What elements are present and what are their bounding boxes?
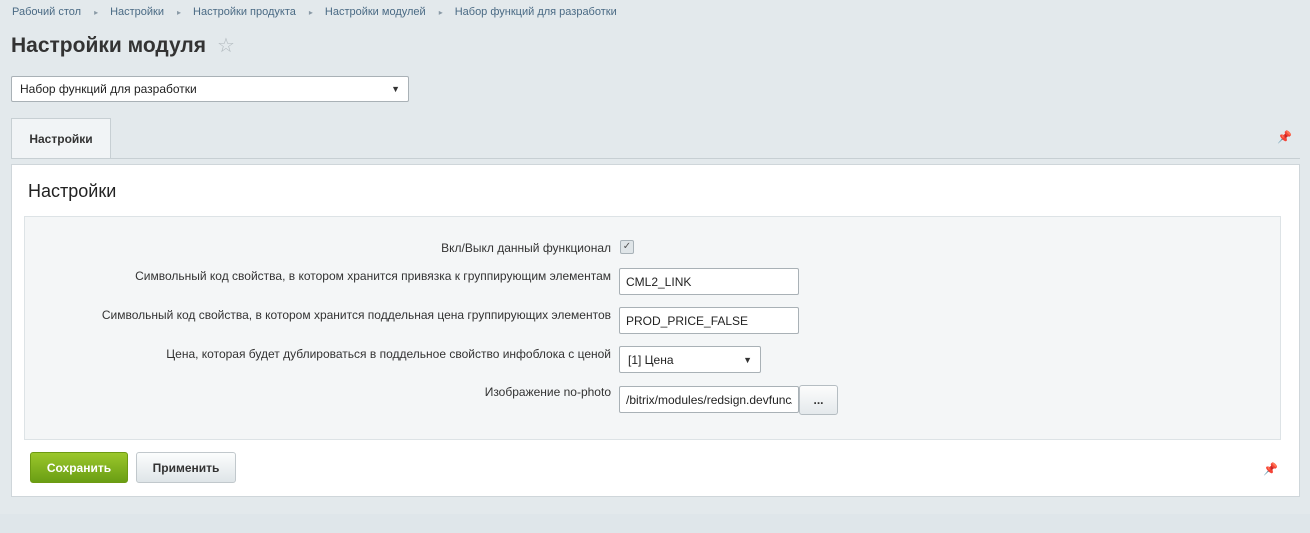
breadcrumb: Рабочий стол ▸ Настройки ▸ Настройки про… <box>12 6 617 18</box>
pin-icon[interactable]: 📌 <box>1277 130 1292 144</box>
breadcrumb-item-desktop[interactable]: Рабочий стол <box>12 6 81 18</box>
chevron-right-icon: ▸ <box>177 7 182 17</box>
price-code-label: Символьный код свойства, в котором храни… <box>101 308 611 322</box>
link-code-input[interactable] <box>619 268 799 295</box>
tab-bar: Настройки <box>11 118 1300 159</box>
star-icon[interactable]: ☆ <box>217 36 235 56</box>
chevron-down-icon: ▼ <box>743 354 752 365</box>
module-select-value: Набор функций для разработки <box>20 82 197 96</box>
breadcrumb-item-settings[interactable]: Настройки <box>110 6 164 18</box>
price-type-select[interactable]: [1] Цена ▼ <box>619 346 761 373</box>
chevron-right-icon: ▸ <box>308 7 313 17</box>
chevron-down-icon: ▼ <box>391 84 400 94</box>
enable-checkbox[interactable]: ✓ <box>620 240 634 254</box>
settings-form: Вкл/Выкл данный функционал ✓ Символьный … <box>24 216 1281 440</box>
page-title-wrap: Настройки модуля ☆ <box>11 34 235 58</box>
no-photo-input[interactable] <box>619 386 799 413</box>
apply-button[interactable]: Применить <box>136 452 236 483</box>
panel-title: Настройки <box>28 181 117 201</box>
price-type-label: Цена, которая будет дублироваться в подд… <box>166 347 611 361</box>
enable-label: Вкл/Выкл данный функционал <box>441 241 611 255</box>
breadcrumb-item-product-settings[interactable]: Настройки продукта <box>193 6 296 18</box>
tab-settings[interactable]: Настройки <box>11 118 111 158</box>
browse-button[interactable]: ... <box>799 385 838 415</box>
chevron-right-icon: ▸ <box>94 7 99 17</box>
page-title: Настройки модуля <box>11 34 207 57</box>
chevron-right-icon: ▸ <box>438 7 443 17</box>
save-button[interactable]: Сохранить <box>30 452 128 483</box>
tab-settings-label: Настройки <box>29 131 93 146</box>
price-type-value: [1] Цена <box>628 352 674 367</box>
pin-icon[interactable]: 📌 <box>1263 462 1278 476</box>
breadcrumb-item-devfunc[interactable]: Набор функций для разработки <box>455 6 617 18</box>
footer-strip <box>0 514 1310 533</box>
link-code-label: Символьный код свойства, в котором храни… <box>135 269 611 283</box>
settings-panel: Настройки Вкл/Выкл данный функционал ✓ С… <box>11 164 1300 497</box>
breadcrumb-item-module-settings[interactable]: Настройки модулей <box>325 6 426 18</box>
no-photo-label: Изображение no-photo <box>484 385 611 399</box>
price-code-input[interactable] <box>619 307 799 334</box>
module-select[interactable]: Набор функций для разработки ▼ <box>11 76 409 102</box>
